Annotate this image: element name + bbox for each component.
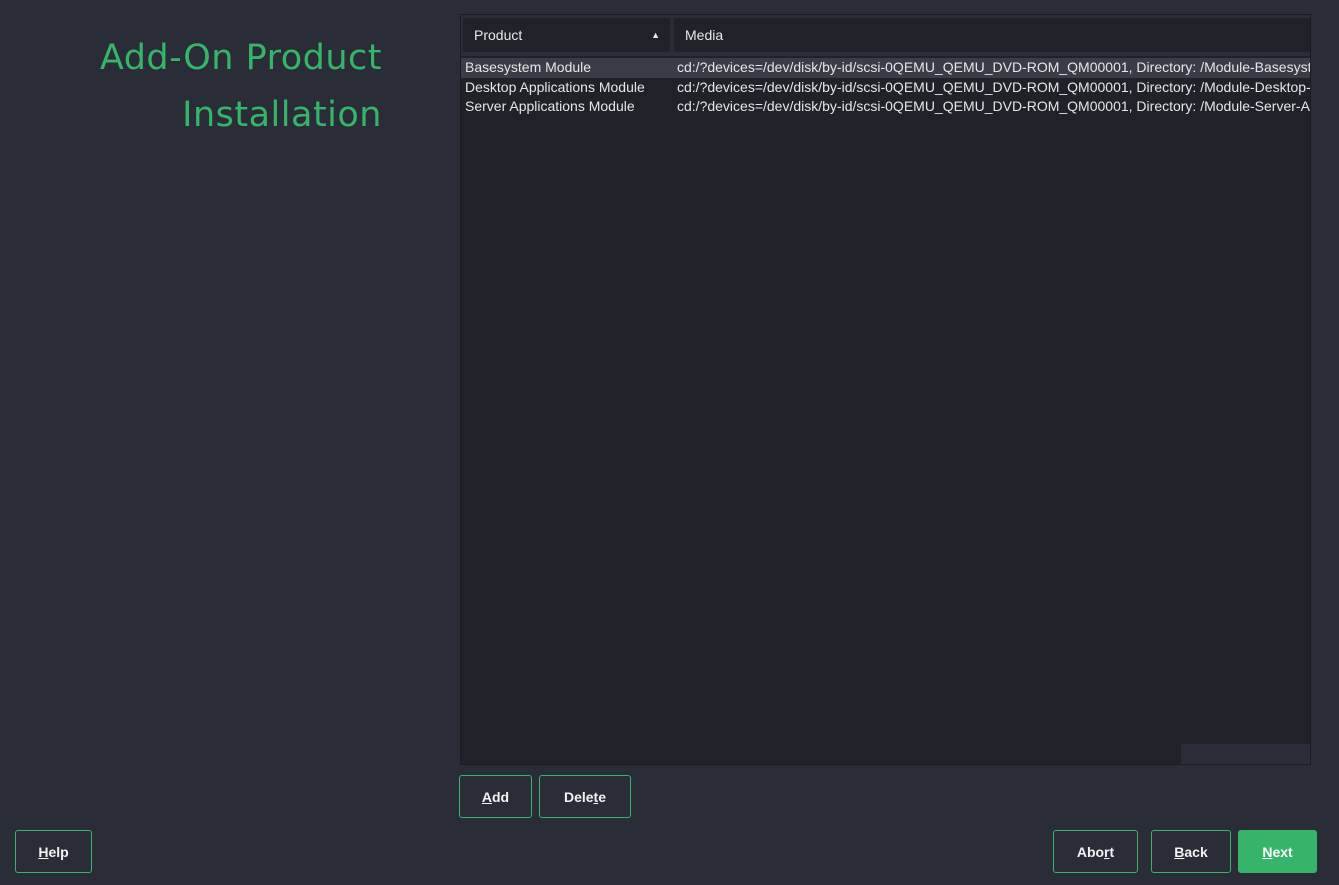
page-title-line2: Installation bbox=[182, 95, 382, 135]
delete-button[interactable]: Dele t e bbox=[539, 775, 631, 818]
sort-ascending-icon: ▲ bbox=[651, 30, 660, 40]
back-button[interactable]: Back bbox=[1151, 830, 1231, 873]
delete-button-label-post: e bbox=[598, 788, 607, 805]
next-button[interactable]: Next bbox=[1238, 830, 1317, 873]
page-title-line1: Add-On Product bbox=[99, 38, 382, 78]
column-header-media[interactable]: Media bbox=[674, 18, 1310, 52]
help-button[interactable]: Help bbox=[15, 830, 92, 873]
back-button-label-post: ack bbox=[1184, 843, 1208, 860]
page-title: Add-On Product Installation bbox=[100, 30, 382, 144]
table-cell-product: Basesystem Module bbox=[465, 59, 592, 75]
table-cell-product: Desktop Applications Module bbox=[465, 78, 645, 95]
add-button[interactable]: Add bbox=[459, 775, 532, 818]
horizontal-scrollbar-thumb[interactable] bbox=[461, 744, 1181, 764]
addon-products-table[interactable]: Product ▲ Media Basesystem Module cd:/?d… bbox=[460, 14, 1311, 765]
abort-button-label-pre: Abo bbox=[1076, 843, 1105, 860]
horizontal-scrollbar[interactable] bbox=[461, 744, 1310, 764]
table-cell-media: cd:/?devices=/dev/disk/by-id/scsi-0QEMU_… bbox=[677, 59, 1310, 75]
table-row[interactable]: Desktop Applications Module cd:/?devices… bbox=[461, 78, 1310, 98]
table-body: Basesystem Module cd:/?devices=/dev/disk… bbox=[461, 58, 1310, 117]
back-button-mnemonic: B bbox=[1174, 843, 1185, 860]
table-cell-media: cd:/?devices=/dev/disk/by-id/scsi-0QEMU_… bbox=[677, 78, 1310, 95]
add-button-label-post: dd bbox=[492, 788, 510, 805]
abort-button-label-post: t bbox=[1109, 843, 1115, 860]
delete-button-label-pre: Dele bbox=[563, 788, 594, 805]
column-header-media-label: Media bbox=[685, 27, 724, 43]
help-button-mnemonic: H bbox=[38, 843, 49, 860]
table-row[interactable]: Server Applications Module cd:/?devices=… bbox=[461, 97, 1310, 117]
help-button-label-post: elp bbox=[48, 843, 69, 860]
add-button-mnemonic: A bbox=[481, 788, 492, 805]
table-cell-media: cd:/?devices=/dev/disk/by-id/scsi-0QEMU_… bbox=[677, 98, 1310, 114]
table-cell-product: Server Applications Module bbox=[465, 98, 635, 114]
next-button-mnemonic: N bbox=[1262, 843, 1273, 860]
table-header: Product ▲ Media bbox=[461, 15, 1310, 56]
abort-button[interactable]: Abo r t bbox=[1053, 830, 1138, 873]
next-button-label-post: ext bbox=[1272, 843, 1293, 860]
column-header-product[interactable]: Product ▲ bbox=[463, 18, 670, 52]
column-header-product-label: Product bbox=[474, 27, 523, 43]
table-row[interactable]: Basesystem Module cd:/?devices=/dev/disk… bbox=[461, 58, 1310, 78]
